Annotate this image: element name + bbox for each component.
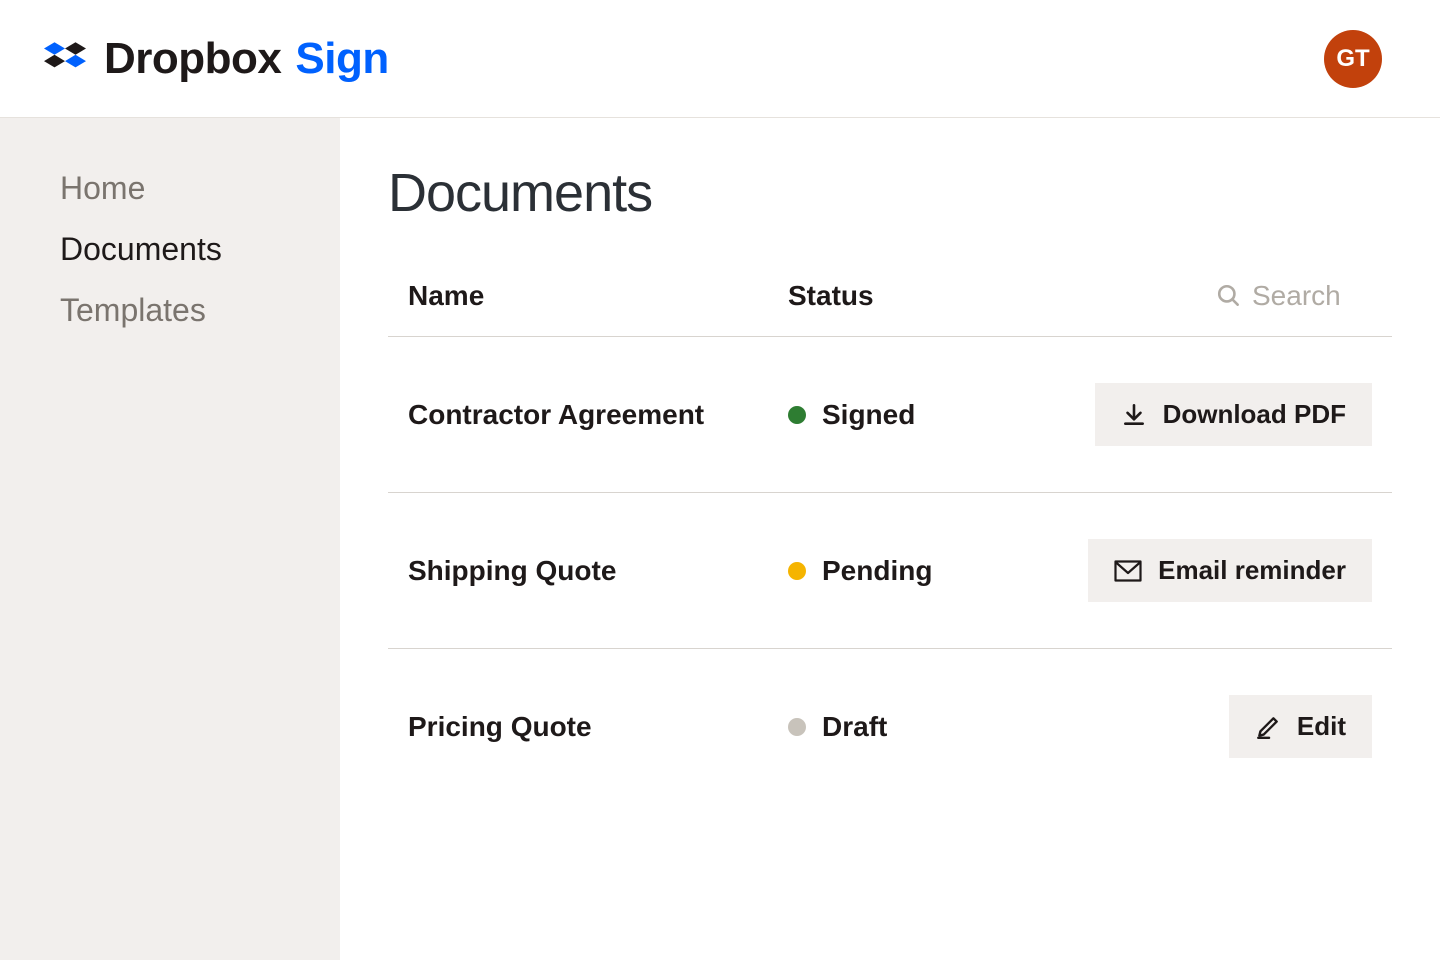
search-wrap[interactable] — [1216, 280, 1372, 312]
sidebar-item-documents[interactable]: Documents — [60, 231, 340, 268]
status-cell: Pending — [788, 555, 988, 587]
status-dot-icon — [788, 406, 806, 424]
documents-table: Name Status — [388, 280, 1392, 804]
table-row: Shipping Quote Pending — [388, 493, 1392, 649]
sidebar-item-label: Templates — [60, 292, 206, 328]
sidebar-item-home[interactable]: Home — [60, 170, 340, 207]
brand-primary: Dropbox — [104, 34, 281, 84]
status-label: Signed — [822, 399, 915, 431]
app-header: Dropbox Sign GT — [0, 0, 1440, 118]
sidebar-item-label: Home — [60, 170, 145, 206]
document-name: Pricing Quote — [408, 711, 592, 742]
search-icon — [1216, 283, 1242, 309]
column-header-name: Name — [408, 280, 788, 312]
brand-secondary: Sign — [295, 34, 388, 84]
brand[interactable]: Dropbox Sign — [44, 34, 389, 84]
document-name: Contractor Agreement — [408, 399, 704, 430]
email-reminder-button[interactable]: Email reminder — [1088, 539, 1372, 602]
brand-text: Dropbox Sign — [104, 34, 389, 84]
edit-button[interactable]: Edit — [1229, 695, 1372, 758]
sidebar-item-templates[interactable]: Templates — [60, 292, 340, 329]
page-title: Documents — [388, 162, 1392, 224]
table-header: Name Status — [388, 280, 1392, 337]
status-label: Draft — [822, 711, 887, 743]
action-label: Download PDF — [1163, 399, 1346, 430]
edit-icon — [1255, 714, 1281, 740]
download-pdf-button[interactable]: Download PDF — [1095, 383, 1372, 446]
document-name: Shipping Quote — [408, 555, 616, 586]
action-label: Edit — [1297, 711, 1346, 742]
table-row: Contractor Agreement Signed — [388, 337, 1392, 493]
search-input[interactable] — [1252, 280, 1372, 312]
sidebar-item-label: Documents — [60, 231, 222, 267]
mail-icon — [1114, 560, 1142, 582]
column-header-status: Status — [788, 280, 988, 312]
status-dot-icon — [788, 718, 806, 736]
table-row: Pricing Quote Draft — [388, 649, 1392, 804]
status-cell: Signed — [788, 399, 988, 431]
avatar-initials: GT — [1336, 45, 1369, 73]
status-dot-icon — [788, 562, 806, 580]
status-cell: Draft — [788, 711, 988, 743]
dropbox-logo-icon — [44, 38, 86, 80]
nav-list: Home Documents Templates — [60, 170, 340, 329]
status-label: Pending — [822, 555, 932, 587]
main-content: Documents Name Status — [340, 118, 1440, 960]
sidebar: Home Documents Templates — [0, 118, 340, 960]
download-icon — [1121, 402, 1147, 428]
avatar[interactable]: GT — [1324, 30, 1382, 88]
action-label: Email reminder — [1158, 555, 1346, 586]
